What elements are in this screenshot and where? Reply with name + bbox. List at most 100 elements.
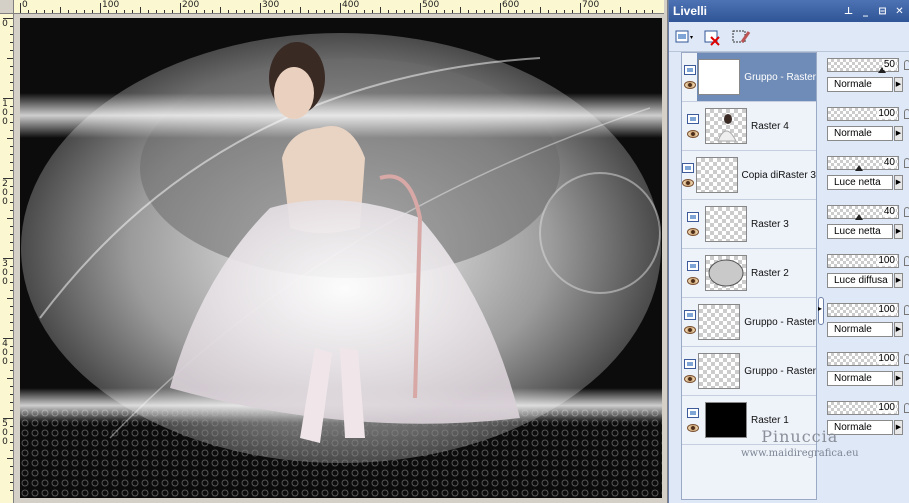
layer-type-icon <box>687 261 699 271</box>
visibility-eye-icon[interactable] <box>687 130 699 138</box>
layer-row[interactable]: Copia diRaster 3 <box>682 151 816 200</box>
lock-icon[interactable] <box>904 256 909 266</box>
blend-mode-select[interactable]: Normale <box>827 322 893 337</box>
restore-icon[interactable]: ⊟ <box>875 4 890 19</box>
ruler-minor-tick <box>508 10 509 13</box>
blend-mode-select[interactable]: Luce netta <box>827 175 893 190</box>
visibility-eye-icon[interactable] <box>682 179 695 187</box>
blend-dropdown-arrow-icon[interactable]: ▶ <box>894 273 903 288</box>
watermark: Pinuccia www.maidiregrafica.eu <box>741 427 859 459</box>
layer-name: Gruppo - Raster <box>744 71 816 83</box>
ruler-minor-tick <box>10 482 13 483</box>
ruler-minor-tick <box>292 10 293 13</box>
opacity-field[interactable]: 100 <box>827 303 899 317</box>
blend-dropdown-arrow-icon[interactable]: ▶ <box>894 224 903 239</box>
opacity-field[interactable]: 40 <box>827 205 899 220</box>
layer-icons <box>682 53 697 101</box>
minimize-icon[interactable]: _ <box>858 4 873 19</box>
layer-row[interactable]: Gruppo - Raster <box>682 53 816 102</box>
ruler-minor-tick <box>588 10 589 13</box>
layer-name-area[interactable]: Gruppo - Raster <box>697 53 816 101</box>
ruler-minor-tick <box>548 10 549 13</box>
blend-mode-select[interactable]: Luce netta <box>827 224 893 239</box>
ruler-minor-tick <box>476 10 477 13</box>
layer-row[interactable]: Raster 2 <box>682 249 816 298</box>
opacity-slider-thumb-icon[interactable] <box>855 165 863 171</box>
opacity-slider-thumb-icon[interactable] <box>855 214 863 220</box>
blend-mode-select[interactable]: Normale <box>827 126 893 141</box>
ruler-minor-tick <box>92 10 93 13</box>
layer-row[interactable]: Gruppo - Raster <box>682 347 816 396</box>
ruler-minor-tick <box>10 130 13 131</box>
palette-titlebar[interactable]: Livelli ⊥ _ ⊟ ✕ <box>669 0 909 22</box>
ruler-minor-tick <box>132 10 133 13</box>
blend-mode-select[interactable]: Normale <box>827 371 893 386</box>
blend-dropdown-arrow-icon[interactable]: ▶ <box>894 126 903 141</box>
ruler-label: 2 0 0 <box>2 179 8 207</box>
layer-name-area[interactable]: Copia diRaster 3 <box>695 151 816 199</box>
opacity-field[interactable]: 100 <box>827 254 899 268</box>
lock-icon[interactable] <box>904 60 909 70</box>
layer-properties: 100 Normale ▶ <box>827 346 909 395</box>
visibility-eye-icon[interactable] <box>683 81 696 89</box>
layer-name-area[interactable]: Gruppo - Raster <box>697 347 816 395</box>
close-icon[interactable]: ✕ <box>892 4 907 19</box>
ruler-minor-tick <box>7 298 13 299</box>
opacity-field[interactable]: 50 <box>827 58 899 73</box>
blend-dropdown-arrow-icon[interactable]: ▶ <box>894 322 903 337</box>
blend-dropdown-arrow-icon[interactable]: ▶ <box>894 420 903 435</box>
layer-row[interactable]: Raster 3 <box>682 200 816 249</box>
ruler-minor-tick <box>10 74 13 75</box>
ruler-minor-tick <box>524 10 525 13</box>
ruler-minor-tick <box>10 90 13 91</box>
edit-selection-button[interactable] <box>729 26 753 48</box>
image-canvas[interactable] <box>20 18 662 498</box>
ruler-label: 100 <box>102 0 120 10</box>
lock-icon[interactable] <box>904 109 909 119</box>
delete-layer-button[interactable] <box>701 26 725 48</box>
ruler-minor-tick <box>10 162 13 163</box>
new-layer-button[interactable] <box>673 26 697 48</box>
opacity-field[interactable]: 100 <box>827 401 899 415</box>
visibility-eye-icon[interactable] <box>687 424 699 432</box>
ruler-tick <box>260 3 261 13</box>
layer-name-area[interactable]: Gruppo - Raster <box>697 298 816 346</box>
visibility-eye-icon[interactable] <box>683 375 696 383</box>
layer-thumbnail <box>698 304 741 340</box>
opacity-field[interactable]: 100 <box>827 352 899 366</box>
ruler-minor-tick <box>356 10 357 13</box>
layer-row[interactable]: Gruppo - Raster <box>682 298 816 347</box>
blend-mode-select[interactable]: Luce diffusa <box>827 273 893 288</box>
pin-icon[interactable]: ⊥ <box>841 4 856 19</box>
opacity-value: 40 <box>882 206 896 217</box>
ruler-minor-tick <box>252 10 253 13</box>
lock-icon[interactable] <box>904 354 909 364</box>
layer-name-area[interactable]: Raster 2 <box>704 249 816 297</box>
blend-dropdown-arrow-icon[interactable]: ▶ <box>894 371 903 386</box>
blend-mode-select[interactable]: Normale <box>827 77 893 92</box>
ruler-minor-tick <box>604 10 605 13</box>
opacity-field[interactable]: 100 <box>827 107 899 121</box>
watermark-site: www.maidiregrafica.eu <box>741 448 859 459</box>
ruler-tick <box>500 3 501 13</box>
opacity-field[interactable]: 40 <box>827 156 899 171</box>
lock-icon[interactable] <box>904 403 909 413</box>
lock-icon[interactable] <box>904 158 909 168</box>
blend-dropdown-arrow-icon[interactable]: ▶ <box>894 175 903 190</box>
opacity-value: 50 <box>882 59 896 70</box>
lock-icon[interactable] <box>904 305 909 315</box>
layer-row[interactable]: Raster 4 <box>682 102 816 151</box>
lock-icon[interactable] <box>904 207 909 217</box>
layer-thumbnail <box>705 255 747 291</box>
ruler-minor-tick <box>412 10 413 13</box>
layer-icons <box>682 298 697 346</box>
visibility-eye-icon[interactable] <box>683 326 696 334</box>
layer-name-area[interactable]: Raster 3 <box>704 200 816 248</box>
layer-name-area[interactable]: Raster 4 <box>704 102 816 150</box>
ruler-minor-tick <box>452 10 453 13</box>
blend-dropdown-arrow-icon[interactable]: ▶ <box>894 77 903 92</box>
visibility-eye-icon[interactable] <box>687 228 699 236</box>
new-layer-icon <box>675 30 693 42</box>
visibility-eye-icon[interactable] <box>687 277 699 285</box>
expand-grip-icon[interactable] <box>818 297 824 325</box>
